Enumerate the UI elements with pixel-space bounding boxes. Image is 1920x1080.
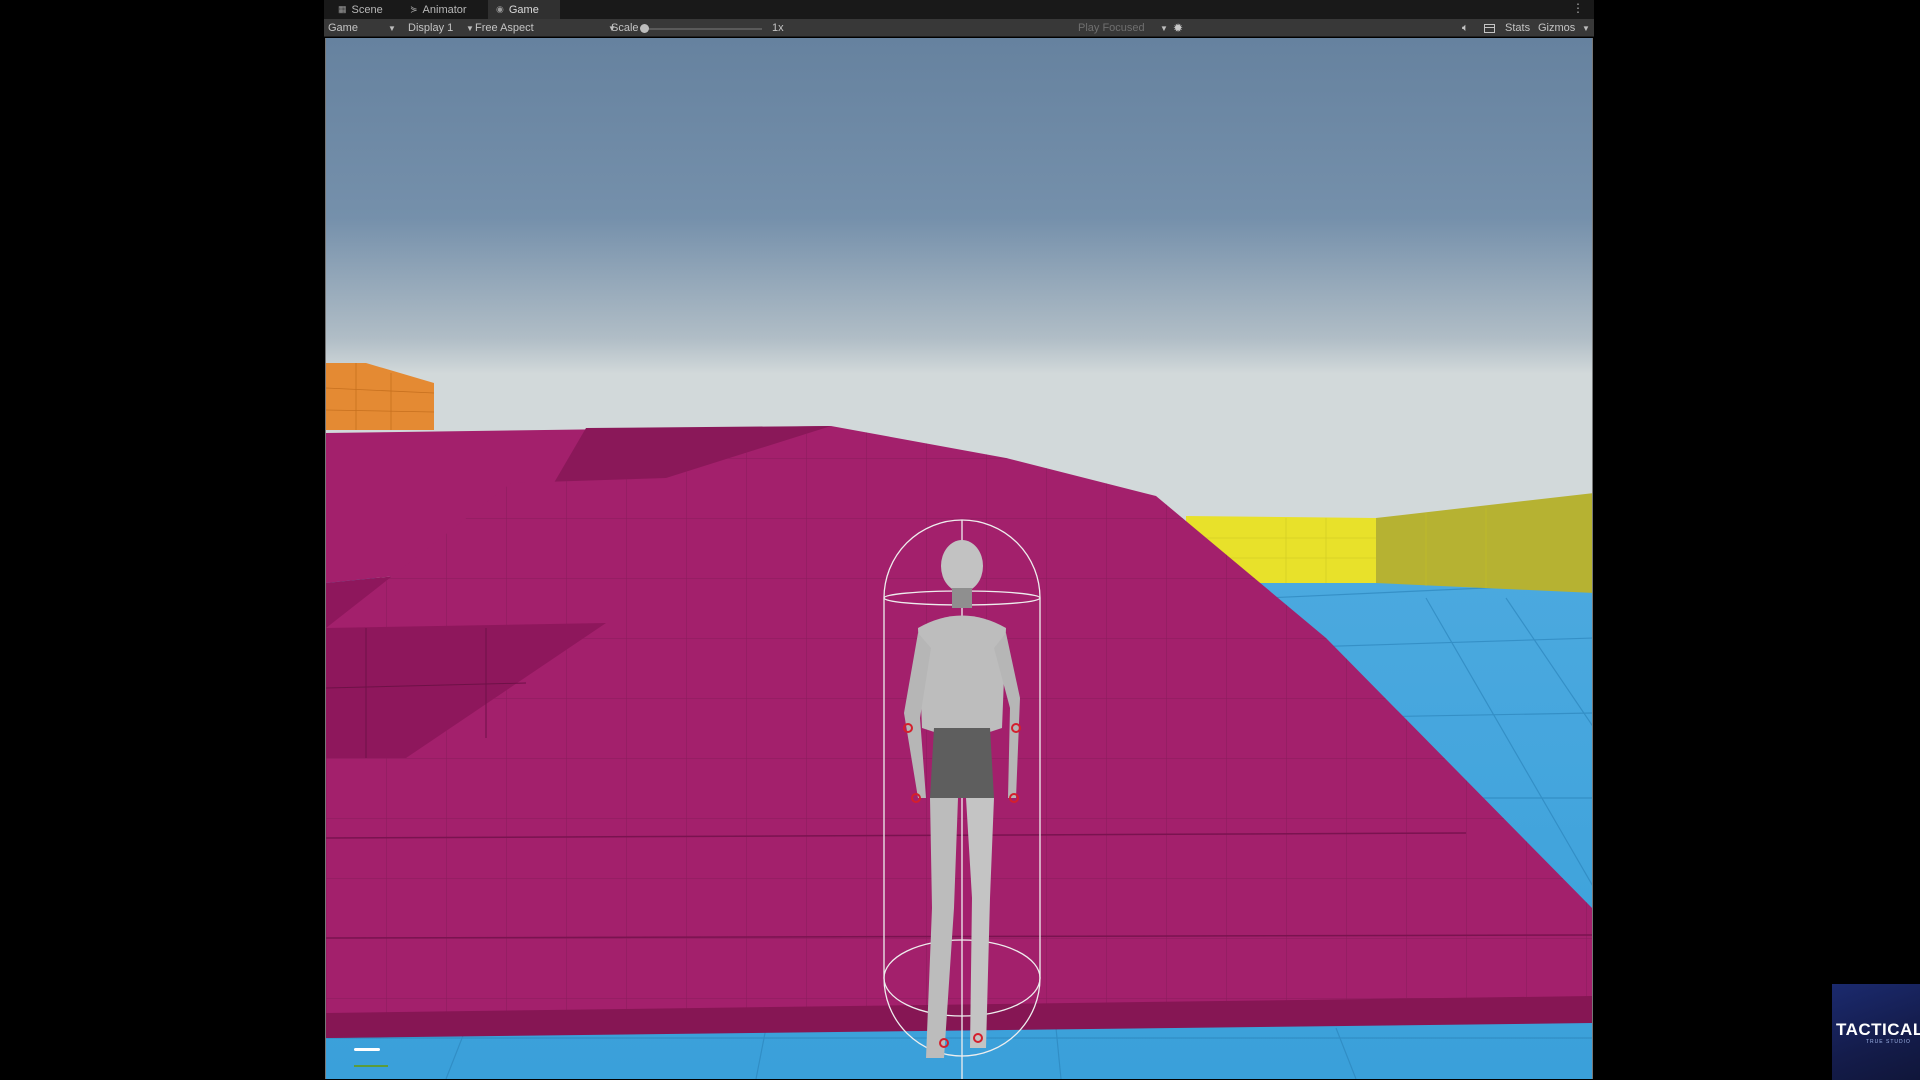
scale-slider-track[interactable]	[644, 28, 762, 30]
stats-layout-icon[interactable]	[1484, 19, 1495, 37]
display-label: Display 1	[408, 22, 454, 34]
aspect-label: Free Aspect	[475, 22, 534, 34]
tab-scene[interactable]: ▦ Scene	[330, 0, 391, 19]
hud-bar-white	[354, 1048, 380, 1051]
tab-label: Animator	[422, 3, 467, 16]
display-dropdown[interactable]: Display 1 ▼	[408, 19, 478, 37]
grid-icon: ▦	[338, 4, 347, 14]
scale-slider-handle[interactable]	[640, 24, 649, 33]
tab-label: Scene	[351, 3, 383, 16]
speaker-icon[interactable]: 🔈︎	[1462, 19, 1469, 37]
play-focused-label: Play Focused	[1078, 22, 1145, 34]
layout-icon	[1484, 23, 1495, 33]
gamepad-icon: ◉	[496, 4, 504, 14]
hud-bar-green	[354, 1065, 388, 1067]
chevron-down-icon: ▼	[466, 24, 474, 33]
game-view-toolbar: Game ▼ Display 1 ▼ Free Aspect ▼ Scale 1…	[324, 19, 1594, 37]
tab-game[interactable]: ◉ Game	[488, 0, 560, 19]
view-mode-dropdown[interactable]: Game ▼	[328, 19, 396, 37]
gizmos-dropdown[interactable]: Gizmos ▼	[1538, 19, 1590, 37]
aspect-dropdown[interactable]: Free Aspect ▼	[475, 19, 616, 37]
chevron-down-icon: ▼	[1582, 24, 1590, 33]
game-scene	[326, 38, 1592, 1079]
play-focused-dropdown[interactable]: Play Focused ▼	[1078, 19, 1168, 37]
logo-subtext: TRUE STUDIO	[1866, 1038, 1911, 1045]
logo-text: TACTICAL	[1836, 1019, 1920, 1039]
tab-bar: ▦ Scene ⋟ Animator ◉ Game ⋮	[324, 0, 1594, 19]
chevron-down-icon: ▼	[1160, 24, 1168, 33]
tab-animator[interactable]: ⋟ Animator	[402, 0, 475, 19]
scale-label: Scale	[611, 22, 639, 34]
view-mode-label: Game	[328, 22, 358, 34]
gizmos-label: Gizmos	[1538, 22, 1576, 34]
more-options-icon[interactable]: ⋮	[1572, 1, 1584, 15]
animator-icon: ⋟	[410, 4, 418, 14]
game-viewport[interactable]	[325, 38, 1593, 1079]
tab-label: Game	[508, 3, 539, 16]
debug-bug-icon[interactable]: ✹	[1173, 19, 1183, 37]
scale-value: 1x	[772, 22, 784, 34]
channel-logo: TACTICAL TRUE STUDIO	[1832, 984, 1920, 1080]
stats-button[interactable]: Stats	[1505, 19, 1530, 37]
chevron-down-icon: ▼	[388, 24, 396, 33]
unity-editor-window: ▦ Scene ⋟ Animator ◉ Game ⋮ Game ▼ Displ…	[324, 0, 1594, 1080]
